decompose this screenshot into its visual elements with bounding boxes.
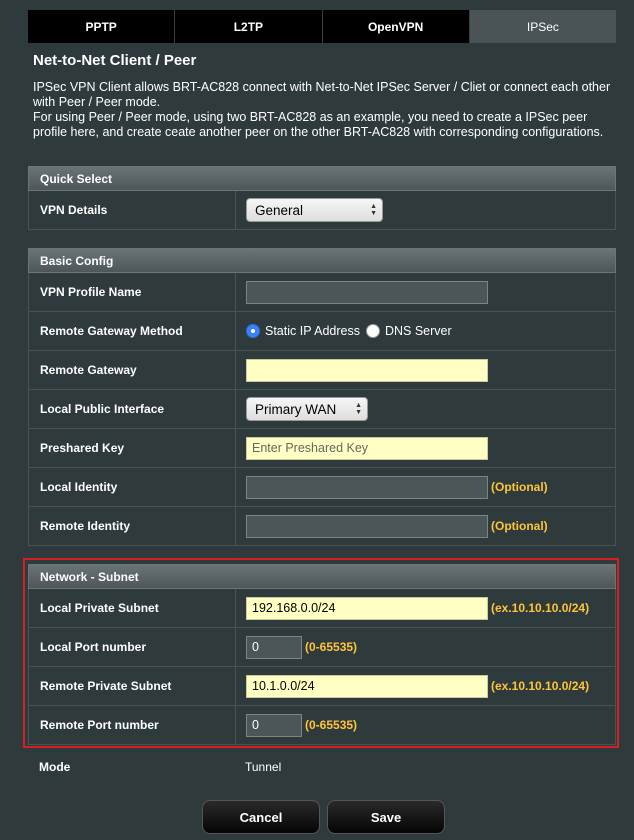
quick-select-header: Quick Select: [28, 166, 616, 191]
select-arrows-icon: ▲ ▼: [370, 203, 377, 217]
vpn-details-value: General: [255, 202, 304, 218]
tab-l2tp[interactable]: L2TP: [175, 10, 323, 43]
network-subnet-header: Network - Subnet: [28, 564, 616, 589]
profile-name-label: VPN Profile Name: [29, 273, 236, 311]
basic-config-header: Basic Config: [28, 248, 616, 273]
local-subnet-input[interactable]: 192.168.0.0/24: [246, 596, 488, 620]
local-identity-input[interactable]: [246, 475, 488, 499]
port-hint: (0-65535): [305, 640, 358, 654]
local-subnet-label: Local Private Subnet: [29, 589, 236, 627]
preshared-key-input[interactable]: Enter Preshared Key: [246, 436, 488, 460]
remote-port-label: Remote Port number: [29, 706, 236, 744]
basic-config-section: Basic Config VPN Profile Name Remote Gat…: [28, 248, 616, 546]
mode-label: Mode: [39, 759, 71, 774]
remote-subnet-label: Remote Private Subnet: [29, 667, 236, 705]
vpn-details-select[interactable]: General ▲ ▼: [246, 198, 383, 222]
vpn-details-label: VPN Details: [29, 191, 236, 229]
local-interface-label: Local Public Interface: [29, 390, 236, 428]
port-hint: (0-65535): [305, 718, 358, 732]
save-button[interactable]: Save: [327, 800, 445, 834]
tab-ipsec[interactable]: IPSec: [469, 10, 616, 43]
remote-port-input[interactable]: 0: [246, 713, 302, 737]
local-interface-value: Primary WAN: [255, 401, 337, 417]
local-interface-select[interactable]: Primary WAN ▲ ▼: [246, 397, 368, 421]
tab-openvpn[interactable]: OpenVPN: [322, 10, 470, 43]
static-ip-radio[interactable]: [246, 324, 260, 338]
remote-gateway-label: Remote Gateway: [29, 351, 236, 389]
network-subnet-section: Network - Subnet Local Private Subnet 19…: [28, 564, 616, 745]
local-port-input[interactable]: 0: [246, 635, 302, 659]
remote-identity-label: Remote Identity: [29, 507, 236, 545]
page-title: Net-to-Net Client / Peer: [33, 52, 197, 69]
local-port-label: Local Port number: [29, 628, 236, 666]
preshared-key-label: Preshared Key: [29, 429, 236, 467]
mode-row: Mode Tunnel: [28, 748, 616, 785]
select-arrows-icon: ▲ ▼: [355, 402, 362, 416]
tab-pptp[interactable]: PPTP: [28, 10, 176, 43]
mode-value: Tunnel: [245, 759, 282, 774]
remote-identity-input[interactable]: [246, 514, 488, 538]
dns-server-radio[interactable]: [365, 324, 380, 338]
quick-select-section: Quick Select VPN Details General ▲ ▼: [28, 166, 616, 230]
local-identity-label: Local Identity: [29, 468, 236, 506]
dns-server-label: DNS Server: [384, 324, 452, 338]
optional-hint: (Optional): [491, 519, 548, 533]
gateway-method-label: Remote Gateway Method: [29, 312, 236, 350]
static-ip-label: Static IP Address: [265, 324, 360, 338]
optional-hint: (Optional): [491, 480, 548, 494]
subnet-hint: (ex.10.10.10.0/24): [491, 601, 590, 615]
remote-gateway-input[interactable]: [246, 358, 488, 382]
page-description: IPSec VPN Client allows BRT-AC828 connec…: [33, 80, 618, 140]
profile-name-input[interactable]: [246, 280, 488, 304]
vpn-type-tabs: PPTP L2TP OpenVPN IPSec: [28, 10, 616, 43]
subnet-hint: (ex.10.10.10.0/24): [491, 679, 590, 693]
description-line-1: IPSec VPN Client allows BRT-AC828 connec…: [33, 80, 611, 109]
description-line-2: For using Peer / Peer mode, using two BR…: [33, 110, 604, 139]
cancel-button[interactable]: Cancel: [202, 800, 320, 834]
remote-subnet-input[interactable]: 10.1.0.0/24: [246, 674, 488, 698]
